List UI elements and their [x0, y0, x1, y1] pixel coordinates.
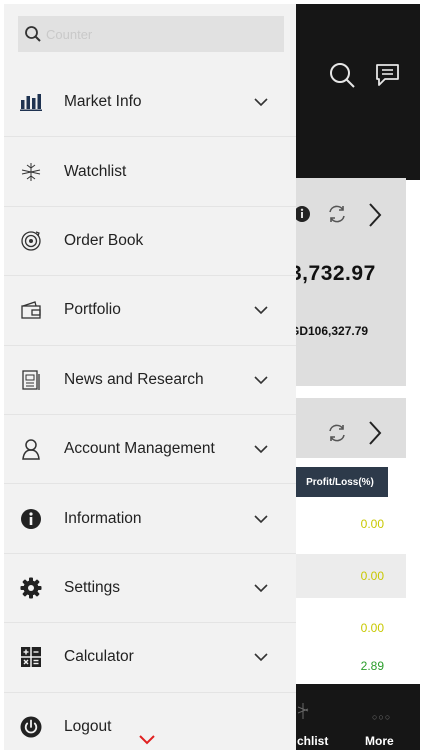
- menu-label: Market Info: [64, 93, 142, 111]
- search-box[interactable]: [18, 16, 284, 52]
- chevron-down-icon: [254, 584, 268, 593]
- menu-label: Settings: [64, 578, 121, 596]
- drawer-search-area: [4, 4, 296, 78]
- menu-item-order-book[interactable]: Order Book: [4, 207, 296, 277]
- table-row-pl: 2.89: [360, 659, 384, 673]
- search-icon[interactable]: [327, 60, 357, 90]
- power-icon: [20, 716, 42, 738]
- watchlist-nav-icon[interactable]: [296, 702, 310, 720]
- order-book-icon: [20, 230, 42, 252]
- chevron-right-icon[interactable]: [366, 420, 384, 446]
- bar-chart-icon: [20, 91, 42, 113]
- chevron-right-icon[interactable]: [366, 202, 384, 228]
- chevron-down-icon: [254, 98, 268, 107]
- side-drawer: Market Info Watchlist: [4, 4, 296, 750]
- menu-item-settings[interactable]: Settings: [4, 554, 296, 624]
- calculator-icon: [20, 646, 42, 668]
- menu-label: Logout: [64, 718, 112, 736]
- menu-label: Information: [64, 509, 142, 527]
- table-row-pl: 0.00: [292, 554, 406, 598]
- wallet-icon: [20, 299, 42, 321]
- chevron-down-icon: [254, 514, 268, 523]
- chat-icon[interactable]: [373, 60, 403, 90]
- chevron-down-icon: [254, 653, 268, 662]
- portfolio-value: 3,732.97: [290, 262, 376, 285]
- menu-label: Watchlist: [64, 162, 127, 180]
- menu-item-calculator[interactable]: Calculator: [4, 623, 296, 693]
- user-icon: [20, 438, 42, 460]
- menu-label: Calculator: [64, 648, 134, 666]
- chevron-down-icon: [254, 376, 268, 384]
- more-dots-icon: ○○○: [372, 712, 392, 722]
- portfolio-sub-value: GD106,327.79: [290, 324, 369, 338]
- gear-icon: [20, 577, 42, 599]
- menu-label: Account Management: [64, 440, 215, 458]
- menu-item-watchlist[interactable]: Watchlist: [4, 137, 296, 207]
- search-input[interactable]: [46, 26, 266, 42]
- info-icon: [20, 508, 42, 530]
- watchlist-icon: [20, 161, 42, 183]
- menu-item-information[interactable]: Information: [4, 484, 296, 554]
- menu-label: Portfolio: [64, 301, 121, 319]
- menu-item-portfolio[interactable]: Portfolio: [4, 276, 296, 346]
- menu-item-market-info[interactable]: Market Info: [4, 68, 296, 138]
- chevron-down-icon: [254, 445, 268, 454]
- table-header-profit-loss: Profit/Loss(%): [292, 467, 388, 497]
- refresh-icon[interactable]: [326, 203, 348, 225]
- scroll-down-caret-icon[interactable]: [138, 734, 156, 746]
- table-row-pl: 0.00: [360, 517, 384, 531]
- refresh-icon[interactable]: [326, 422, 348, 444]
- menu-label: Order Book: [64, 231, 144, 249]
- bottom-nav-more[interactable]: More: [365, 734, 394, 748]
- menu-label: News and Research: [64, 370, 204, 388]
- drawer-menu: Market Info Watchlist Order Book Portfol…: [4, 68, 296, 750]
- menu-item-account-management[interactable]: Account Management: [4, 415, 296, 485]
- menu-item-news-research[interactable]: News and Research: [4, 346, 296, 415]
- chevron-down-icon: [254, 306, 268, 315]
- news-icon: [20, 369, 42, 391]
- search-icon: [25, 26, 41, 42]
- bottom-nav-watchlist[interactable]: chlist: [297, 734, 328, 748]
